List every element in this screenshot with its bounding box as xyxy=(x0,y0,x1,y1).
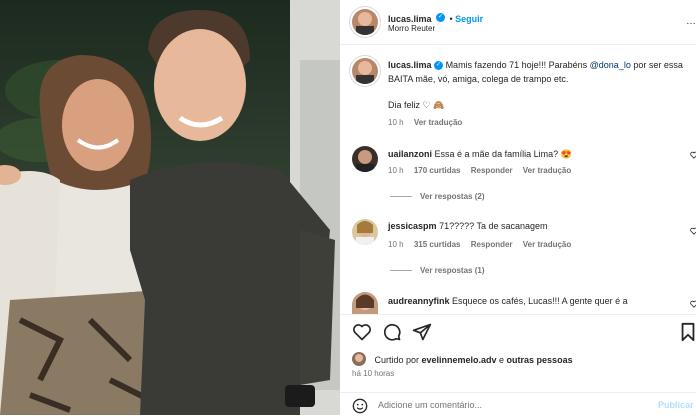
author-avatar[interactable] xyxy=(352,9,378,35)
likes-prefix: Curtido por xyxy=(374,355,422,365)
replies-line xyxy=(390,270,412,272)
post-actions xyxy=(340,314,696,349)
comment-username[interactable]: audreannyfink xyxy=(388,296,450,306)
avatar-icon xyxy=(356,294,374,310)
add-comment-bar: Publicar xyxy=(340,392,696,416)
emoji-smiley-icon[interactable] xyxy=(352,398,368,414)
comment-likes[interactable]: 315 curtidas xyxy=(414,240,461,249)
comment-bubble-icon[interactable] xyxy=(382,322,402,342)
follow-button[interactable]: Seguir xyxy=(455,14,483,24)
avatar-icon xyxy=(356,221,374,245)
comment-translate-link[interactable]: Ver tradução xyxy=(523,166,571,175)
more-options-icon[interactable]: … xyxy=(686,16,696,27)
post-timestamp[interactable]: há 10 horas xyxy=(352,369,394,378)
comment-body: Esquece os cafés, Lucas!!! A gente quer … xyxy=(452,296,628,306)
comment-time[interactable]: 10 h xyxy=(388,166,404,175)
caption-body: Mamis fazendo 71 hoje!!! Parabéns xyxy=(445,60,590,70)
avatar-icon xyxy=(355,353,363,362)
comment-reply-button[interactable]: Responder xyxy=(471,166,513,175)
comment-text: audreannyfink Esquece os cafés, Lucas!!!… xyxy=(388,294,628,308)
comment-translate-link[interactable]: Ver tradução xyxy=(523,240,571,249)
comment-username[interactable]: uailanzoni xyxy=(388,149,432,159)
comment-text: jessicaspm 71????? Ta de sacanagem xyxy=(388,219,547,233)
comment-body: 71????? Ta de sacanagem xyxy=(439,221,548,231)
comment-avatar[interactable] xyxy=(352,146,378,172)
caption-time[interactable]: 10 h xyxy=(388,118,404,127)
likes-middle: e xyxy=(496,355,507,365)
avatar-icon xyxy=(356,61,374,84)
replies-line xyxy=(390,196,412,198)
caption-translate-link[interactable]: Ver tradução xyxy=(414,118,462,127)
likes-summary: Curtido por evelinnemelo.adv e outras pe… xyxy=(352,350,573,368)
caption-meta: 10 h Ver tradução xyxy=(388,118,462,127)
caption-avatar[interactable] xyxy=(352,58,378,84)
view-replies-label: Ver respostas (1) xyxy=(420,266,485,275)
comment-likes[interactable]: 170 curtidas xyxy=(414,166,461,175)
liker-username[interactable]: evelinnemelo.adv xyxy=(421,355,496,365)
likes-others-link[interactable]: outras pessoas xyxy=(507,355,573,365)
like-heart-icon[interactable] xyxy=(352,322,372,342)
comment-username[interactable]: jessicaspm xyxy=(388,221,437,231)
verified-icon: ✓ xyxy=(434,61,444,71)
author-username[interactable]: lucas.lima xyxy=(388,14,432,24)
publish-button[interactable]: Publicar xyxy=(658,400,694,410)
comment-body: Essa é a mãe da família Lima? 😍 xyxy=(434,149,572,159)
caption-mention[interactable]: @dona_lo xyxy=(590,60,631,70)
post-photo xyxy=(0,0,340,415)
bookmark-save-icon[interactable] xyxy=(680,322,696,342)
caption-text: lucas.lima ✓ Mamis fazendo 71 hoje!!! Pa… xyxy=(388,58,693,86)
view-replies-button[interactable]: Ver respostas (2) xyxy=(390,192,484,201)
comment-like-icon[interactable] xyxy=(690,300,696,308)
comment-text: uailanzoni Essa é a mãe da família Lima?… xyxy=(388,147,572,161)
comment-like-icon[interactable] xyxy=(690,151,696,159)
share-send-icon[interactable] xyxy=(412,322,432,342)
comment-avatar[interactable] xyxy=(352,219,378,245)
comment-meta: 10 h 170 curtidas Responder Ver tradução xyxy=(388,166,571,175)
view-replies-button[interactable]: Ver respostas (1) xyxy=(390,266,484,275)
view-replies-label: Ver respostas (2) xyxy=(420,192,485,201)
avatar-icon xyxy=(356,12,374,35)
avatar-icon xyxy=(356,150,374,172)
caption-line-2: Dia feliz ♡ 🙈 xyxy=(388,100,445,110)
comment-input[interactable] xyxy=(378,398,648,412)
comment-time[interactable]: 10 h xyxy=(388,240,404,249)
comment-like-icon[interactable] xyxy=(690,227,696,235)
comment-avatar[interactable] xyxy=(352,292,378,314)
comment-meta: 10 h 315 curtidas Responder Ver tradução xyxy=(388,240,571,249)
post-header: lucas.lima ✓ • Seguir Morro Reuter … xyxy=(340,0,696,45)
verified-icon: ✓ xyxy=(435,13,445,23)
comment-reply-button[interactable]: Responder xyxy=(471,240,513,249)
liker-avatar[interactable] xyxy=(352,351,366,366)
caption-username[interactable]: lucas.lima xyxy=(388,60,432,70)
photo-illustration xyxy=(0,0,340,415)
post-sidebar: lucas.lima ✓ • Seguir Morro Reuter … luc… xyxy=(340,0,696,415)
post-location[interactable]: Morro Reuter xyxy=(388,24,435,33)
